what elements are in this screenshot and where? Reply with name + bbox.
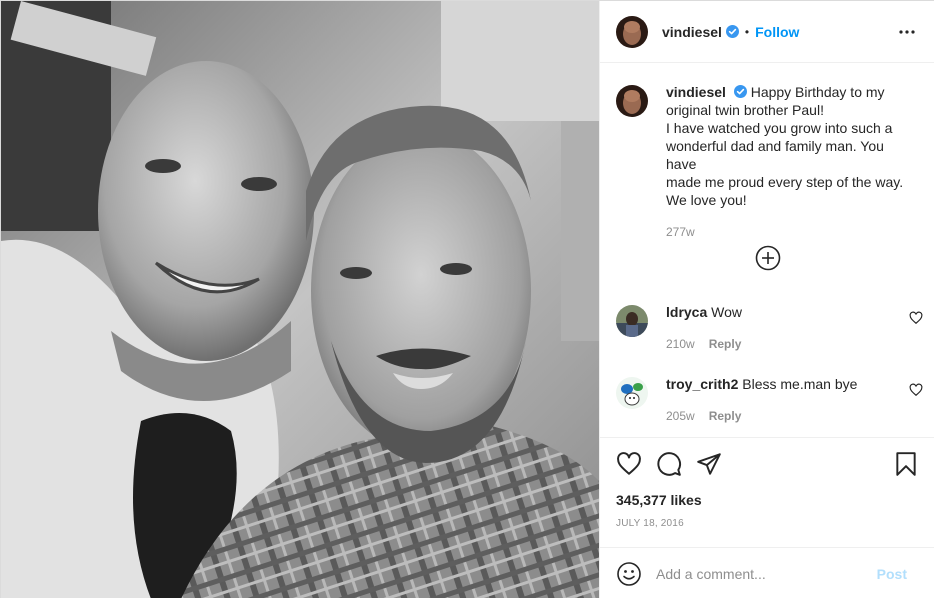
comment-input[interactable] xyxy=(656,565,877,582)
caption-timestamp[interactable]: 277w xyxy=(666,223,918,241)
action-icons xyxy=(616,438,919,490)
commenter-avatar[interactable] xyxy=(616,377,648,409)
caption-text-line: Happy Birthday to my xyxy=(750,84,885,100)
post-date[interactable]: JULY 18, 2016 xyxy=(616,518,919,529)
load-more-comments xyxy=(600,245,934,271)
comment-body: ldryca Wow 210w Reply xyxy=(666,303,909,353)
caption-text-line: original twin brother Paul! xyxy=(666,102,824,118)
caption-body: vindiesel Happy Birthday to my original … xyxy=(666,83,918,241)
comment-icon[interactable] xyxy=(656,451,682,477)
commenter-username[interactable]: troy_crith2 xyxy=(666,376,738,392)
load-more-comments-icon[interactable] xyxy=(755,245,781,271)
caption-text-line: I have watched you grow into such a xyxy=(666,120,893,136)
author-avatar[interactable] xyxy=(616,15,648,48)
caption-username[interactable]: vindiesel xyxy=(666,84,726,100)
post-header: vindiesel • Follow xyxy=(600,1,934,63)
author-username[interactable]: vindiesel xyxy=(662,24,722,40)
bookmark-icon[interactable] xyxy=(893,451,919,477)
comment-item: ldryca Wow 210w Reply xyxy=(616,303,923,353)
separator-dot: • xyxy=(744,24,750,39)
post-actions: 345,377 likes JULY 18, 2016 xyxy=(600,437,934,529)
post-comment-button[interactable]: Post xyxy=(877,566,907,582)
comment-meta: 205w Reply xyxy=(666,407,909,425)
instagram-post: vindiesel • Follow vindiesel Happy Birth… xyxy=(0,0,934,598)
comment-timestamp[interactable]: 205w xyxy=(666,409,695,423)
post-caption: vindiesel Happy Birthday to my original … xyxy=(616,63,919,241)
comment-item: troy_crith2 Bless me.man bye 205w Reply xyxy=(616,375,923,425)
share-icon[interactable] xyxy=(696,451,722,477)
reply-button[interactable]: Reply xyxy=(709,337,742,351)
reply-button[interactable]: Reply xyxy=(709,409,742,423)
comments-section[interactable]: vindiesel Happy Birthday to my original … xyxy=(600,63,934,437)
heart-icon[interactable] xyxy=(909,383,923,397)
follow-button[interactable]: Follow xyxy=(755,24,799,40)
commenter-avatar[interactable] xyxy=(616,305,648,337)
caption-text-line: made me proud every step of the way. xyxy=(666,174,904,190)
emoji-icon[interactable] xyxy=(616,561,642,587)
verified-badge-icon xyxy=(733,85,747,98)
more-options-icon[interactable] xyxy=(895,20,919,44)
comment-body: troy_crith2 Bless me.man bye 205w Reply xyxy=(666,375,909,425)
post-details-panel: vindiesel • Follow vindiesel Happy Birth… xyxy=(599,1,934,598)
comment-timestamp[interactable]: 210w xyxy=(666,337,695,351)
comment-meta: 210w Reply xyxy=(666,335,909,353)
likes-count[interactable]: 345,377 likes xyxy=(616,492,919,508)
photo-illustration xyxy=(1,1,599,598)
caption-text-line: wonderful dad and family man. You have xyxy=(666,138,884,172)
heart-icon[interactable] xyxy=(616,451,642,477)
verified-badge-icon xyxy=(725,25,739,38)
commenter-username[interactable]: ldryca xyxy=(666,304,707,320)
comment-text: Bless me.man bye xyxy=(742,376,858,392)
heart-icon[interactable] xyxy=(909,311,923,325)
caption-avatar[interactable] xyxy=(616,85,648,117)
add-comment-bar: Post xyxy=(600,547,934,598)
comment-text: Wow xyxy=(711,304,742,320)
post-photo[interactable] xyxy=(1,1,599,598)
caption-text-line: We love you! xyxy=(666,192,747,208)
